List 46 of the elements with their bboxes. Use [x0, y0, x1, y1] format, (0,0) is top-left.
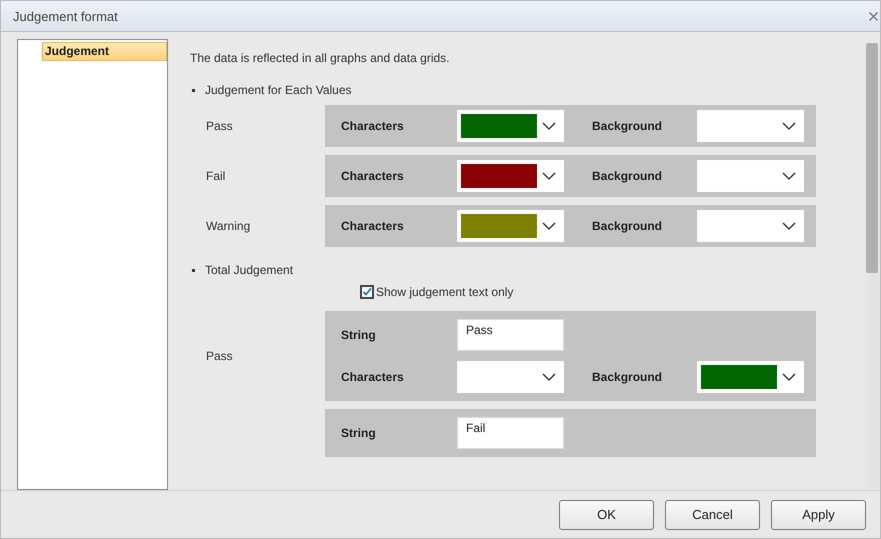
chevron-icon: [782, 172, 796, 180]
row-label: Pass: [205, 119, 234, 133]
chevron-icon: [782, 222, 796, 230]
text-field[interactable]: Pass: [457, 319, 564, 351]
field-label: Background: [592, 219, 664, 233]
color-dropdown[interactable]: [697, 210, 804, 242]
field-label: Background: [592, 169, 664, 183]
color-dropdown[interactable]: [697, 361, 804, 393]
close-icon[interactable]: [869, 12, 878, 20]
field-label: Background: [592, 370, 664, 384]
section-heading: Total Judgement: [205, 263, 294, 277]
checkbox-label: Show judgement text only: [376, 285, 514, 299]
chevron-icon: [542, 373, 556, 381]
section-heading: Judgement for Each Values: [205, 83, 352, 97]
color-dropdown[interactable]: [457, 361, 564, 393]
row-label: Warning: [205, 219, 252, 233]
field-label: Characters: [341, 370, 405, 384]
field-label: Characters: [341, 119, 405, 133]
dialog-button[interactable]: Apply: [771, 500, 866, 530]
chevron-icon: [542, 122, 556, 130]
field-label: String: [341, 328, 377, 342]
dialog-button[interactable]: Cancel: [665, 500, 760, 530]
window-title: Judgement format: [13, 8, 118, 24]
color-dropdown[interactable]: [697, 160, 804, 192]
row-label: Pass: [205, 349, 234, 363]
scrollbar-thumb[interactable]: [866, 43, 878, 273]
field-label: Background: [592, 119, 664, 133]
color-dropdown[interactable]: [457, 110, 564, 142]
checkbox[interactable]: [360, 285, 374, 299]
chevron-icon: [782, 122, 796, 130]
chevron-icon: [542, 222, 556, 230]
chevron-icon: [542, 172, 556, 180]
description-text: The data is reflected in all graphs and data grids.: [190, 51, 450, 65]
field-label: Characters: [341, 219, 405, 233]
row-label: Fail: [205, 169, 226, 183]
bullet-icon: [192, 268, 195, 272]
dialog-button[interactable]: OK: [559, 500, 654, 530]
chevron-icon: [782, 373, 796, 381]
tree-item[interactable]: Judgement: [42, 42, 167, 61]
color-dropdown[interactable]: [457, 210, 564, 242]
text-field[interactable]: Fail: [457, 417, 564, 449]
field-label: Characters: [341, 169, 405, 183]
bullet-icon: [192, 88, 195, 92]
color-dropdown[interactable]: [697, 110, 804, 142]
color-dropdown[interactable]: [457, 160, 564, 192]
field-label: String: [341, 426, 377, 440]
